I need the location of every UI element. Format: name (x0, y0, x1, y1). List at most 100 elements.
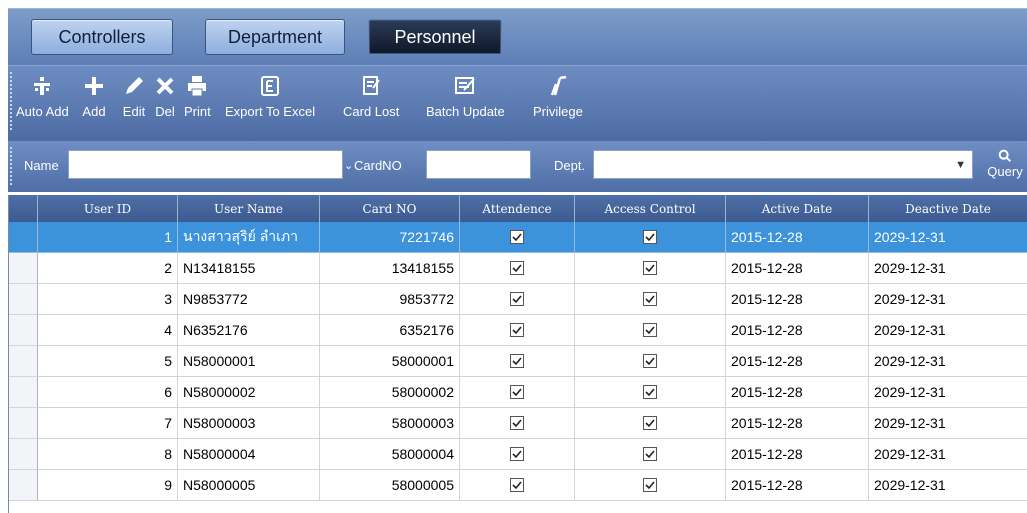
edit-button[interactable]: Edit (122, 74, 146, 124)
table-row[interactable]: 9 N58000005 58000005 2015-12-28 2029-12-31 (9, 470, 1027, 501)
cell-user-id[interactable]: 5 (38, 346, 178, 377)
cell-active-date[interactable]: 2015-12-28 (726, 253, 869, 284)
checkbox[interactable] (510, 261, 524, 275)
table-row[interactable]: 8 N58000004 58000004 2015-12-28 2029-12-31 (9, 439, 1027, 470)
table-row[interactable]: 3 N9853772 9853772 2015-12-28 2029-12-31 (9, 284, 1027, 315)
cell-active-date[interactable]: 2015-12-28 (726, 315, 869, 346)
checkbox[interactable] (643, 385, 657, 399)
cell-active-date[interactable]: 2015-12-28 (726, 222, 869, 253)
cell-active-date[interactable]: 2015-12-28 (726, 346, 869, 377)
cell-user-name[interactable]: N58000005 (178, 470, 320, 501)
cell-card-no[interactable]: 58000005 (320, 470, 460, 501)
dropdown-arrow-icon[interactable]: ▼ (955, 159, 966, 171)
checkbox[interactable] (510, 416, 524, 430)
add-button[interactable]: Add (82, 74, 106, 124)
tab-controllers[interactable]: Controllers (31, 19, 173, 55)
cell-card-no[interactable]: 58000001 (320, 346, 460, 377)
cardno-input[interactable] (426, 150, 531, 179)
cell-deactive-date[interactable]: 2029-12-31 (869, 346, 1027, 377)
cell-user-name[interactable]: N9853772 (178, 284, 320, 315)
cell-deactive-date[interactable]: 2029-12-31 (869, 315, 1027, 346)
cell-card-no[interactable]: 9853772 (320, 284, 460, 315)
col-attendance[interactable]: Attendence (460, 195, 575, 222)
checkbox[interactable] (643, 354, 657, 368)
batch-update-button[interactable]: Batch Update (426, 74, 505, 124)
cell-user-name[interactable]: N6352176 (178, 315, 320, 346)
cell-user-id[interactable]: 7 (38, 408, 178, 439)
row-header[interactable] (9, 408, 38, 439)
table-row[interactable]: 1 นางสาวสุริย์ ลำเภา 7221746 2015-12-28 2029… (9, 222, 1027, 253)
row-header[interactable] (9, 315, 38, 346)
cell-user-name[interactable]: N58000001 (178, 346, 320, 377)
checkbox[interactable] (510, 323, 524, 337)
checkbox[interactable] (643, 261, 657, 275)
cell-card-no[interactable]: 7221746 (320, 222, 460, 253)
name-select[interactable] (68, 150, 343, 179)
col-user-id[interactable]: User ID (38, 195, 178, 222)
chevron-down-icon[interactable]: ⌄ (344, 159, 353, 172)
table-row[interactable]: 6 N58000002 58000002 2015-12-28 2029-12-31 (9, 377, 1027, 408)
cell-user-id[interactable]: 3 (38, 284, 178, 315)
checkbox[interactable] (510, 447, 524, 461)
row-header[interactable] (9, 377, 38, 408)
export-excel-button[interactable]: Export To Excel (225, 74, 315, 124)
cell-user-id[interactable]: 1 (38, 222, 178, 253)
cell-card-no[interactable]: 13418155 (320, 253, 460, 284)
row-header[interactable] (9, 253, 38, 284)
cell-user-id[interactable]: 2 (38, 253, 178, 284)
checkbox[interactable] (643, 292, 657, 306)
col-deactive-date[interactable]: Deactive Date (869, 195, 1027, 222)
tab-personnel[interactable]: Personnel (368, 19, 502, 55)
print-button[interactable]: Print (184, 74, 211, 124)
cell-active-date[interactable]: 2015-12-28 (726, 377, 869, 408)
cell-user-name[interactable]: N58000002 (178, 377, 320, 408)
delete-button[interactable]: Del (153, 74, 177, 124)
cell-user-name[interactable]: นางสาวสุริย์ ลำเภา (178, 222, 320, 253)
filter-grip[interactable] (10, 147, 16, 185)
table-row[interactable]: 4 N6352176 6352176 2015-12-28 2029-12-31 (9, 315, 1027, 346)
row-header[interactable] (9, 470, 38, 501)
cell-card-no[interactable]: 58000002 (320, 377, 460, 408)
cell-active-date[interactable]: 2015-12-28 (726, 408, 869, 439)
cell-card-no[interactable]: 6352176 (320, 315, 460, 346)
cell-user-name[interactable]: N13418155 (178, 253, 320, 284)
checkbox[interactable] (510, 230, 524, 244)
cell-card-no[interactable]: 58000003 (320, 408, 460, 439)
cell-user-id[interactable]: 9 (38, 470, 178, 501)
checkbox[interactable] (643, 478, 657, 492)
cell-deactive-date[interactable]: 2029-12-31 (869, 408, 1027, 439)
row-header[interactable] (9, 222, 38, 253)
table-row[interactable]: 7 N58000003 58000003 2015-12-28 2029-12-31 (9, 408, 1027, 439)
checkbox[interactable] (510, 385, 524, 399)
table-row[interactable]: 2 N13418155 13418155 2015-12-28 2029-12-31 (9, 253, 1027, 284)
checkbox[interactable] (510, 354, 524, 368)
col-access-control[interactable]: Access Control (575, 195, 726, 222)
cell-user-id[interactable]: 6 (38, 377, 178, 408)
cell-deactive-date[interactable]: 2029-12-31 (869, 222, 1027, 253)
cell-active-date[interactable]: 2015-12-28 (726, 439, 869, 470)
cell-deactive-date[interactable]: 2029-12-31 (869, 284, 1027, 315)
cell-user-name[interactable]: N58000003 (178, 408, 320, 439)
cell-user-id[interactable]: 8 (38, 439, 178, 470)
row-header[interactable] (9, 346, 38, 377)
cell-deactive-date[interactable]: 2029-12-31 (869, 253, 1027, 284)
checkbox[interactable] (643, 323, 657, 337)
cell-user-name[interactable]: N58000004 (178, 439, 320, 470)
cell-deactive-date[interactable]: 2029-12-31 (869, 470, 1027, 501)
cell-active-date[interactable]: 2015-12-28 (726, 284, 869, 315)
checkbox[interactable] (643, 230, 657, 244)
cell-deactive-date[interactable]: 2029-12-31 (869, 439, 1027, 470)
col-card-no[interactable]: Card NO (320, 195, 460, 222)
dept-select[interactable]: ▼ (593, 150, 973, 179)
cell-active-date[interactable]: 2015-12-28 (726, 470, 869, 501)
card-lost-button[interactable]: Card Lost (343, 74, 399, 124)
cell-user-id[interactable]: 4 (38, 315, 178, 346)
checkbox[interactable] (510, 292, 524, 306)
tab-department[interactable]: Department (205, 19, 345, 55)
table-row[interactable]: 5 N58000001 58000001 2015-12-28 2029-12-31 (9, 346, 1027, 377)
cell-deactive-date[interactable]: 2029-12-31 (869, 377, 1027, 408)
checkbox[interactable] (643, 447, 657, 461)
checkbox[interactable] (643, 416, 657, 430)
query-button[interactable]: Query (985, 148, 1025, 188)
privilege-button[interactable]: Privilege (533, 74, 583, 124)
